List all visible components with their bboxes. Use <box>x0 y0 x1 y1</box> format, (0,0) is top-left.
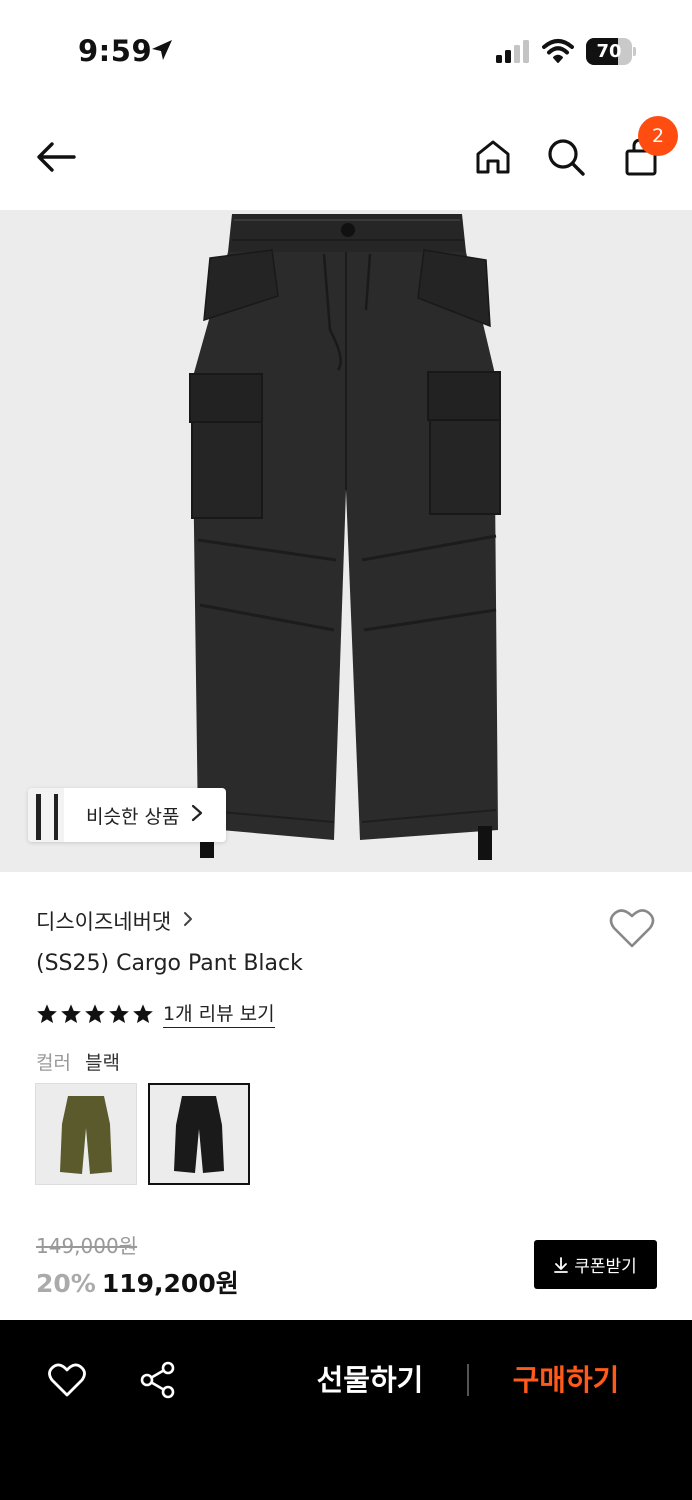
color-swatch-black[interactable] <box>148 1083 250 1185</box>
cart-count-badge: 2 <box>638 116 678 156</box>
final-price: 119,200원 <box>101 1269 239 1298</box>
status-bar: 9:59 70 <box>0 0 692 100</box>
search-icon <box>548 139 585 176</box>
coupon-label: 쿠폰받기 <box>574 1257 637 1277</box>
review-link[interactable]: 1개 리뷰 보기 <box>163 999 275 1028</box>
download-icon <box>554 1256 569 1273</box>
product-image[interactable] <box>0 210 692 872</box>
product-title: (SS25) Cargo Pant Black <box>36 951 303 976</box>
battery-level: 70 <box>596 41 622 62</box>
wishlist-button[interactable] <box>608 906 656 950</box>
share-button[interactable] <box>136 1358 180 1402</box>
back-button[interactable] <box>32 133 80 181</box>
home-icon <box>476 140 510 174</box>
star-icon <box>37 1003 57 1023</box>
heart-outline-icon <box>48 1363 86 1397</box>
nav-bar <box>0 100 692 210</box>
color-label: 컬러 <box>36 1052 71 1074</box>
buy-button[interactable]: 구매하기 <box>496 1358 636 1402</box>
like-button[interactable] <box>45 1358 89 1402</box>
chevron-right-icon <box>183 911 193 932</box>
gift-button[interactable]: 선물하기 <box>300 1358 440 1402</box>
star-icon <box>85 1003 105 1023</box>
discount-rate: 20% <box>36 1269 96 1298</box>
divider <box>467 1364 469 1396</box>
color-swatch-olive[interactable] <box>35 1083 137 1185</box>
original-price: 149,000원 <box>36 1234 138 1258</box>
rating-stars <box>36 1003 154 1025</box>
coupon-button[interactable]: 쿠폰받기 <box>534 1240 657 1289</box>
status-time: 9:59 <box>78 34 153 68</box>
battery-icon: 70 <box>586 38 636 65</box>
chevron-right-icon <box>191 804 203 827</box>
cellular-signal-icon <box>496 40 529 63</box>
share-icon <box>140 1361 175 1399</box>
price-row: 20% 119,200원 <box>36 1264 239 1300</box>
similar-products-button[interactable]: 비슷한 상품 <box>28 788 226 842</box>
cargo-pants-image <box>189 214 501 860</box>
similar-products-label: 비슷한 상품 <box>86 805 180 828</box>
rating-row: 1개 리뷰 보기 <box>36 999 275 1028</box>
bottom-action-bar: 선물하기 구매하기 <box>0 1320 692 1500</box>
brand-link[interactable]: 디스이즈네버댓 <box>36 906 193 936</box>
wifi-icon <box>542 39 574 63</box>
color-row: 컬러 블랙 <box>36 1048 120 1075</box>
back-arrow-icon <box>37 142 76 172</box>
location-arrow-icon <box>152 40 172 60</box>
home-button[interactable] <box>469 133 517 181</box>
star-icon <box>109 1003 129 1023</box>
heart-outline-icon <box>609 909 655 948</box>
color-value: 블랙 <box>85 1052 120 1074</box>
similar-thumbnail <box>28 788 64 842</box>
star-icon <box>133 1003 153 1023</box>
star-icon <box>61 1003 81 1023</box>
search-button[interactable] <box>542 133 590 181</box>
brand-name: 디스이즈네버댓 <box>36 910 172 934</box>
